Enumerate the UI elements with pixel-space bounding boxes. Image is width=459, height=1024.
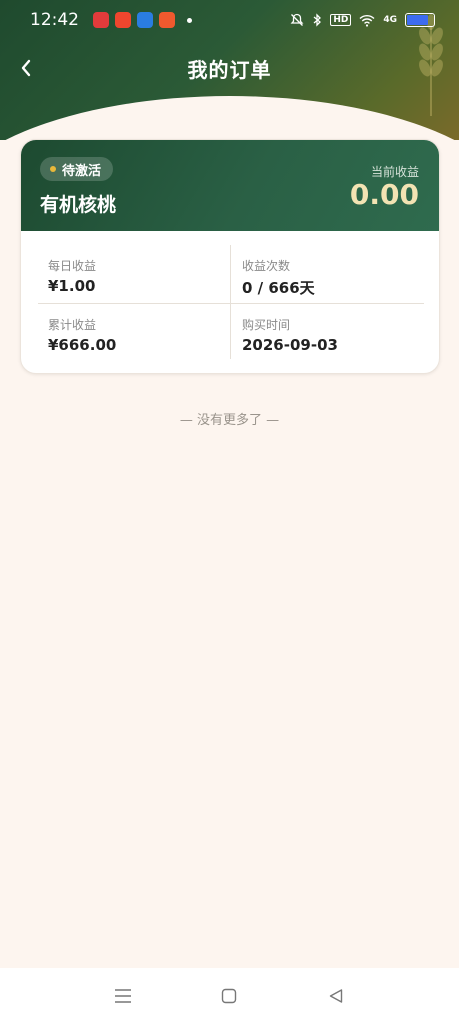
total-earn-label: 累计收益 <box>48 318 97 332</box>
bluetooth-icon <box>313 13 322 27</box>
order-card-header: 待激活 有机核桃 当前收益 0.00 <box>21 140 439 231</box>
earn-count-label: 收益次数 <box>242 259 291 273</box>
hd-badge: HD <box>330 14 352 26</box>
status-badge-label: 待激活 <box>62 163 102 179</box>
purchase-date-label: 购买时间 <box>242 318 291 332</box>
status-indicators: HD 4G <box>290 13 435 27</box>
daily-earn-cell: 每日收益 ¥1.00 <box>38 245 231 303</box>
purchase-date-cell: 购买时间 2026-09-03 <box>232 304 425 362</box>
triangle-back-icon <box>329 989 343 1003</box>
wifi-icon <box>359 14 375 27</box>
status-badge: 待激活 <box>40 157 114 181</box>
battery-icon <box>405 13 435 27</box>
list-end-text: — 没有更多了 — <box>179 413 280 428</box>
earn-value: 0.00 <box>349 178 419 211</box>
purchase-date-value: 2026-09-03 <box>242 336 338 354</box>
square-icon <box>222 988 237 1004</box>
status-time: 12:42 <box>30 10 79 30</box>
daily-earn-value: ¥1.00 <box>48 277 96 295</box>
system-back-button[interactable] <box>321 981 351 1011</box>
nav-bar: 我的订单 <box>0 48 459 88</box>
earn-count-value: 0 / 666天 <box>242 279 315 297</box>
app-notification-icon <box>93 12 109 28</box>
back-button[interactable] <box>10 52 42 84</box>
app-notification-icon <box>115 12 131 28</box>
menu-button[interactable] <box>108 981 138 1011</box>
total-earn-value: ¥666.00 <box>48 336 117 354</box>
system-nav-bar <box>0 968 459 1024</box>
app-notification-icon <box>137 12 153 28</box>
earn-count-cell: 收益次数 0 / 666天 <box>232 245 425 303</box>
order-card[interactable]: 待激活 有机核桃 当前收益 0.00 每日收益 ¥1.00 收益次数 0 / 6… <box>20 139 440 374</box>
status-bar: 12:42 HD 4G <box>0 0 459 40</box>
menu-icon <box>115 989 132 1003</box>
status-dot-icon <box>50 166 56 172</box>
home-button[interactable] <box>214 981 244 1011</box>
daily-earn-label: 每日收益 <box>48 259 97 273</box>
mute-bell-icon <box>290 13 304 26</box>
total-earn-cell: 累计收益 ¥666.00 <box>38 304 231 362</box>
signal-label: 4G <box>383 15 397 25</box>
product-name: 有机核桃 <box>40 194 117 216</box>
app-notification-icon <box>159 12 175 28</box>
more-notifications-icon <box>187 17 192 23</box>
chevron-left-icon <box>21 59 31 77</box>
header-curve <box>0 96 459 140</box>
page-title: 我的订单 <box>187 57 272 82</box>
